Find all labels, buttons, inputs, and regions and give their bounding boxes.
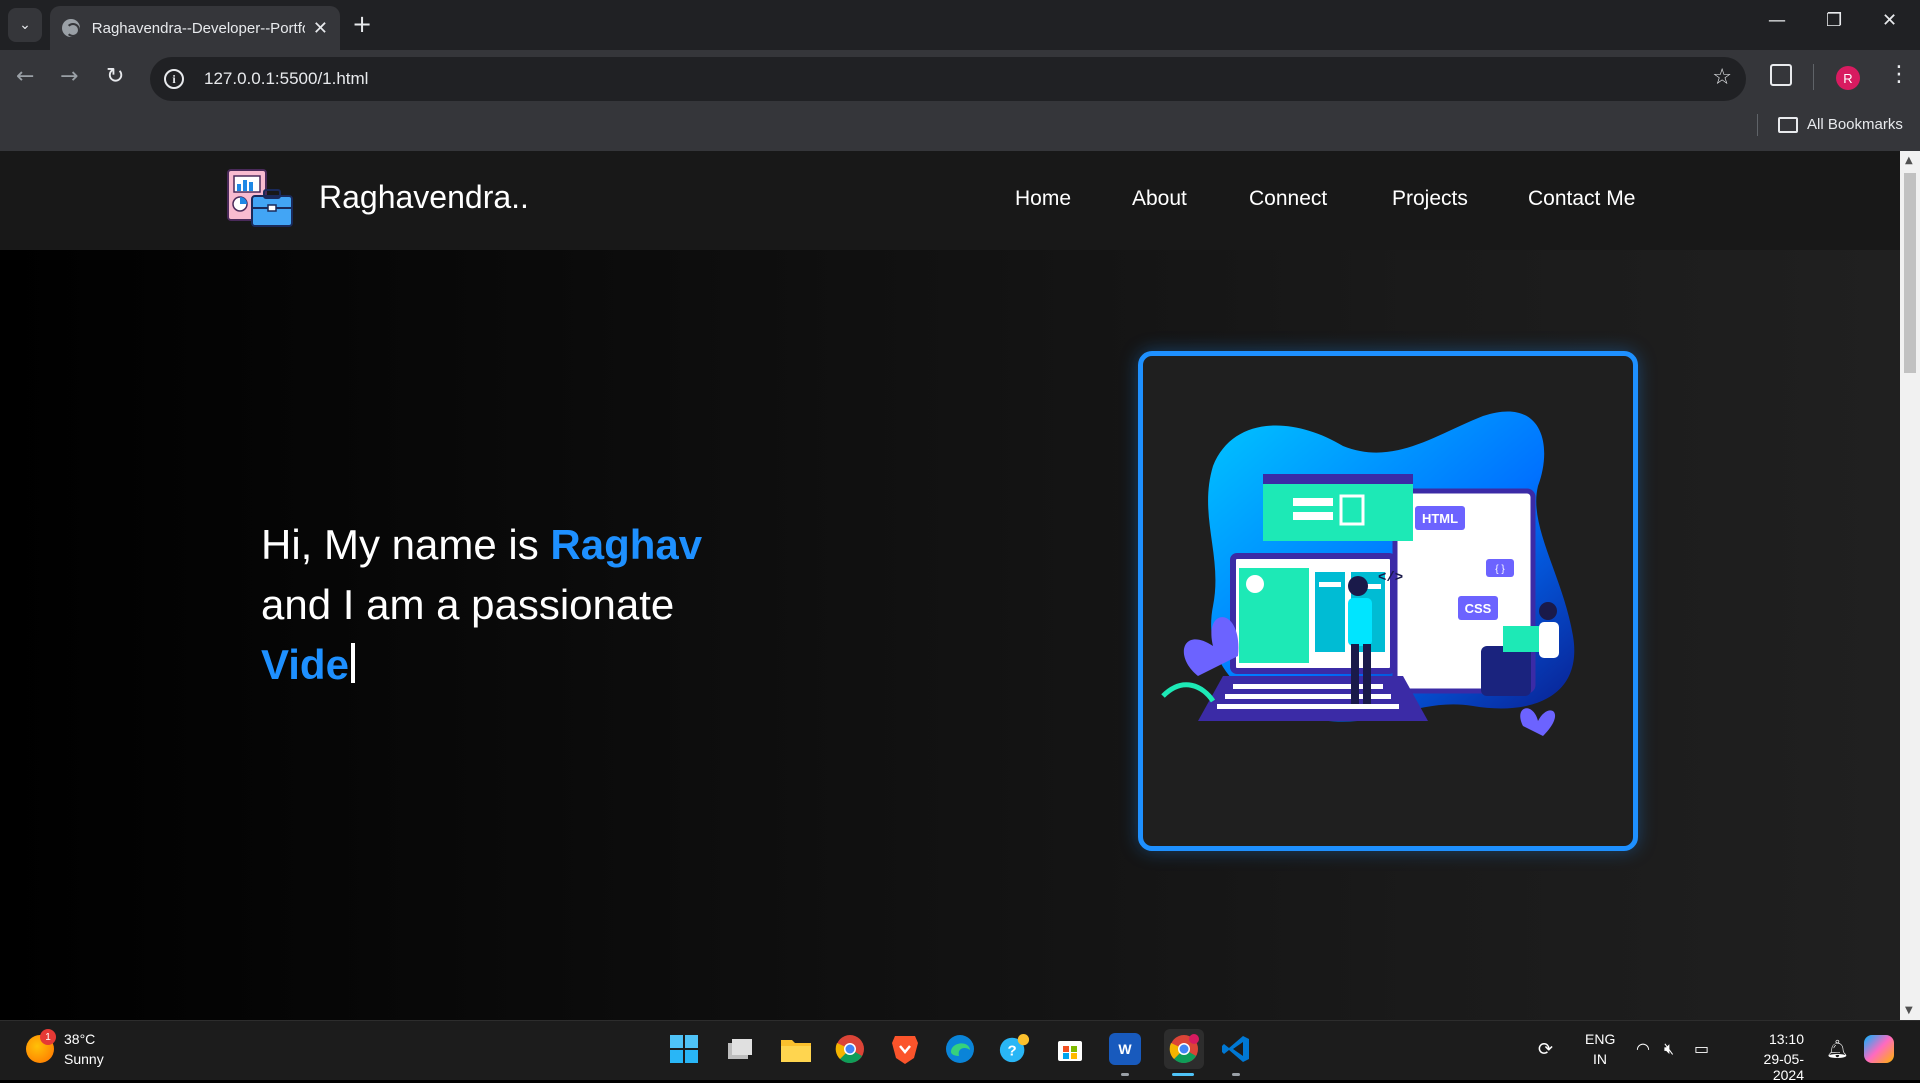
portfolio-logo-icon[interactable] [226,166,296,234]
nav-home[interactable]: Home [1015,187,1071,211]
html-tag: HTML [1422,511,1458,526]
site-info-icon[interactable]: i [164,69,184,89]
clock-date[interactable]: 29-05-2024 [1734,1051,1804,1083]
braces-tag: { } [1495,564,1505,575]
css-tag: CSS [1465,601,1492,616]
weather-temperature[interactable]: 38°C [64,1031,95,1047]
scroll-up-icon[interactable]: ▲ [1905,155,1913,166]
chevron-down-icon: ⌄ [19,17,31,33]
tab-title: Raghavendra--Developer--Portfolio [91,19,305,37]
wifi-icon[interactable]: ◠ [1636,1039,1650,1058]
copilot-icon[interactable] [1864,1035,1894,1063]
bookmarks-separator [1757,114,1758,136]
page-viewport: Raghavendra.. Home About Connect Project… [0,151,1900,1020]
minimize-button[interactable]: — [1768,10,1786,31]
brand-name[interactable]: Raghavendra.. [319,179,529,216]
forward-button[interactable]: → [60,64,78,89]
more-menu-icon[interactable]: ⋮ [1888,62,1910,87]
restore-button[interactable]: ❐ [1826,10,1842,31]
language-top[interactable]: ENG [1585,1031,1615,1047]
weather-badge: 1 [40,1029,56,1045]
bookmarks-bar [0,108,1920,151]
developer-illustration: HTML { } CSS </> [1161,411,1575,736]
task-view-icon[interactable] [724,1033,756,1065]
extensions-icon[interactable] [1770,64,1792,86]
word-icon[interactable]: W [1109,1033,1141,1065]
vscode-running-indicator [1232,1073,1240,1076]
browser-toolbar: ← → ↻ i 127.0.0.1:5500/1.html ☆ [0,50,1920,108]
help-icon[interactable]: ? [998,1033,1030,1065]
scroll-down-icon[interactable]: ▼ [1905,1005,1913,1016]
windows-taskbar: 1 38°C Sunny ? W ⟳ ENG IN ◠ 🔇︎ ▭ 13:10 2… [0,1020,1920,1083]
hero-line-1: Hi, My name is Raghav [261,515,702,575]
browser-tab[interactable]: Raghavendra--Developer--Portfolio ✕ [50,6,340,50]
code-tag: </> [1378,570,1403,586]
sync-icon[interactable]: ⟳ [1538,1039,1553,1060]
toolbar-separator [1813,64,1814,90]
browser-tab-bar: ⌄ Raghavendra--Developer--Portfolio ✕ + … [0,0,1920,50]
chrome-active-indicator [1172,1073,1194,1076]
profile-avatar[interactable]: R [1836,66,1860,90]
typed-role-text: Vide [261,641,349,688]
speaker-muted-icon[interactable]: 🔇︎ [1664,1039,1674,1059]
nav-projects[interactable]: Projects [1392,187,1468,211]
new-tab-button[interactable]: + [352,12,372,36]
hero-intro: Hi, My name is Raghav and I am a passion… [261,515,702,695]
weather-description[interactable]: Sunny [64,1051,104,1067]
bookmark-star-icon[interactable]: ☆ [1712,65,1732,90]
brave-icon[interactable] [889,1033,921,1065]
back-button[interactable]: ← [16,64,34,89]
clock-time[interactable]: 13:10 [1734,1031,1804,1047]
globe-icon [62,19,80,37]
typing-caret [350,643,355,683]
close-window-button[interactable]: ✕ [1882,10,1897,31]
url-text[interactable]: 127.0.0.1:5500/1.html [204,69,368,89]
battery-icon[interactable]: ▭ [1694,1039,1709,1058]
microsoft-store-icon[interactable] [1054,1033,1086,1065]
all-bookmarks-label[interactable]: All Bookmarks [1807,116,1903,133]
reload-button[interactable]: ↻ [106,64,124,89]
hero-illustration-frame: HTML { } CSS </> [1138,351,1638,851]
site-header: Raghavendra.. Home About Connect Project… [0,151,1900,250]
file-explorer-icon[interactable] [780,1033,812,1065]
hero-line-2: and I am a passionate [261,581,675,628]
folder-icon[interactable] [1778,117,1798,133]
page-scrollbar[interactable]: ▲ ▼ [1900,151,1920,1020]
address-bar[interactable]: i 127.0.0.1:5500/1.html ☆ [150,57,1746,101]
word-running-indicator [1121,1073,1129,1076]
hero-name: Raghav [550,521,703,568]
scrollbar-thumb[interactable] [1904,173,1916,373]
windows-start-icon[interactable] [668,1033,700,1065]
tab-search-button[interactable]: ⌄ [8,8,42,42]
hero-line-3: Vide [261,635,702,695]
notification-bell-icon[interactable]: 🔔︎ [1826,1039,1849,1060]
chrome-icon[interactable] [834,1033,866,1065]
nav-connect[interactable]: Connect [1249,187,1327,211]
hero-greeting: Hi, My name is [261,521,551,568]
nav-about[interactable]: About [1132,187,1187,211]
hero-section: Hi, My name is Raghav and I am a passion… [0,250,1900,1020]
edge-icon[interactable] [944,1033,976,1065]
chrome-profile-icon[interactable] [1164,1029,1204,1069]
nav-contact-me[interactable]: Contact Me [1528,187,1635,211]
language-bottom[interactable]: IN [1585,1051,1615,1067]
vscode-icon[interactable] [1220,1033,1252,1065]
close-tab-icon[interactable]: ✕ [313,18,328,39]
svg-text:?: ? [1008,1043,1017,1060]
